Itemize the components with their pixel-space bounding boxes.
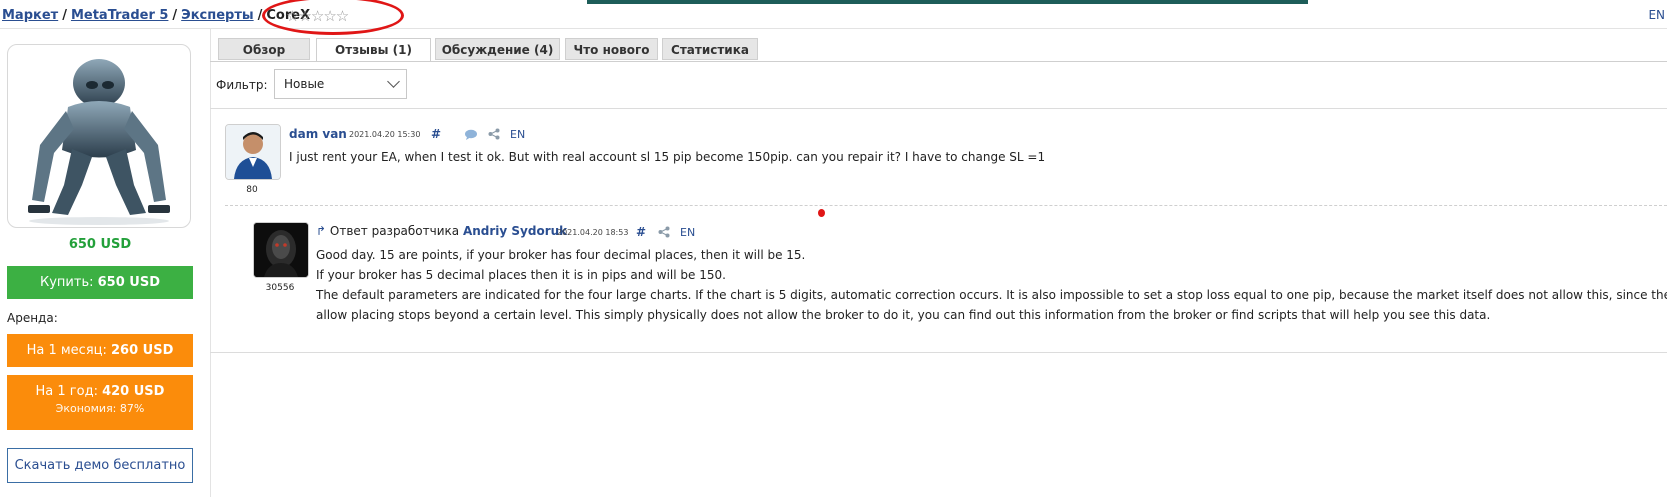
filter-select[interactable]: Новые [274,69,407,99]
product-sidebar: 650 USD Купить: 650 USD Аренда: На 1 мес… [0,29,211,497]
reply-text-line: The default parameters are indicated for… [316,288,1667,302]
rent-year-saving: Экономия: 87% [55,402,145,415]
tab-statistics[interactable]: Статистика [662,38,758,60]
product-image [7,44,191,228]
rent-year-price: 420 USD [102,384,165,399]
breadcrumb-metatrader5[interactable]: MetaTrader 5 [71,8,168,23]
annotation-ellipse [262,0,404,35]
reply-permalink[interactable]: # [636,225,646,239]
tab-whats-new[interactable]: Что нового [565,38,658,60]
translate-language[interactable]: EN [510,128,525,141]
review-bottom-divider [210,352,1667,353]
buy-price: 650 USD [97,275,160,290]
breadcrumb-experts[interactable]: Эксперты [181,8,253,23]
buy-button[interactable]: Купить: 650 USD [7,266,193,299]
top-bar: Маркет / MetaTrader 5/Эксперты / CoreX ☆☆☆☆☆… [0,0,1667,35]
tab-overview[interactable]: Обзор [218,38,310,60]
tab-reviews[interactable]: Отзывы (1) [316,38,431,62]
download-demo-button[interactable]: Скачать демо бесплатно [7,448,193,483]
avatar[interactable] [253,222,309,278]
chevron-down-icon [387,75,400,88]
rent-month-label: На 1 месяц: [26,343,112,358]
rent-month-button[interactable]: На 1 месяц: 260 USD [7,334,193,367]
reply-prefix: Ответ разработчика [329,224,463,238]
user-avatar-icon [226,125,280,179]
annotation-dot [818,209,825,217]
breadcrumb-market[interactable]: Маркет [2,8,58,23]
review-permalink[interactable]: # [431,127,441,141]
breadcrumb-separator: / [172,8,178,23]
reply-header: ↱ Ответ разработчика Andriy Sydoruk [316,224,567,238]
review-text: I just rent your EA, when I test it ok. … [289,150,1046,164]
user-rating-count: 80 [246,185,258,195]
filter-selected-value: Новые [284,77,325,91]
comment-icon[interactable] [464,129,478,143]
tabs-divider [210,61,1667,62]
product-price: 650 USD [68,237,132,252]
filter-divider [210,108,1667,109]
reply-text-line: If your broker has 5 decimal places then… [316,268,726,282]
reply-text-line: Good day. 15 are points, if your broker … [316,248,806,262]
share-icon[interactable] [658,226,670,241]
tab-discussion[interactable]: Обсуждение (4) [435,38,560,60]
buy-label: Купить: [40,275,98,290]
reply-divider [225,205,1667,206]
rent-month-price: 260 USD [111,343,174,358]
rent-year-button[interactable]: На 1 год: 420 USD Экономия: 87% [7,375,193,430]
rent-year-label: На 1 год: [35,384,103,399]
developer-rating-count: 30556 [265,283,295,293]
robot-image-icon [28,59,170,225]
review-author[interactable]: dam van [289,127,347,141]
reply-text-line: allow placing stops beyond a certain lev… [316,308,1491,322]
rent-label: Аренда: [7,311,58,325]
avatar[interactable] [225,124,281,180]
reply-author[interactable]: Andriy Sydoruk [463,224,567,238]
language-switch[interactable]: EN [1648,8,1665,22]
review-date: 2021.04.20 15:30 [349,130,421,139]
reply-arrow-icon: ↱ [316,224,327,238]
filter-label: Фильтр: [216,78,268,92]
reply-date: 2021.04.20 18:53 [557,228,629,237]
top-banner[interactable] [587,0,1308,4]
developer-avatar-icon [254,223,308,277]
breadcrumb-separator: / [62,8,67,23]
translate-language[interactable]: EN [680,226,695,239]
share-icon[interactable] [488,128,500,143]
